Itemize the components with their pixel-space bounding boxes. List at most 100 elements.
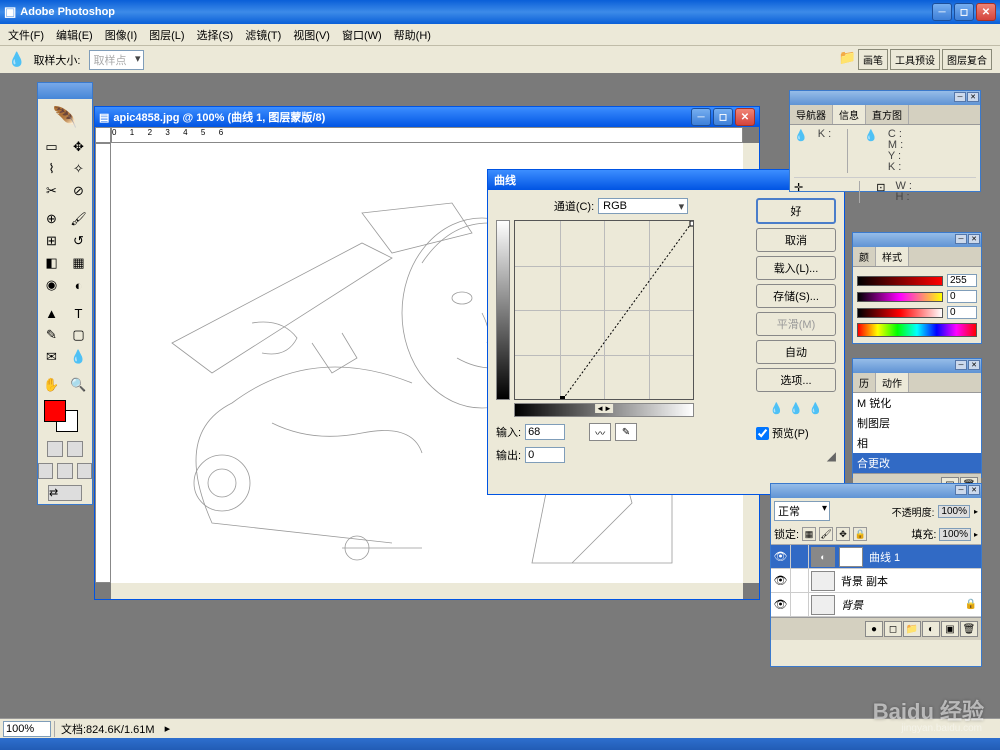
b-value[interactable]: 0 [947,306,977,319]
menu-filter[interactable]: 滤镜(T) [239,25,287,45]
foreground-color-swatch[interactable] [44,400,66,422]
tab-color[interactable]: 颜 [853,247,876,266]
layer-thumb[interactable] [811,571,835,591]
mask-thumb-icon[interactable] [839,547,863,567]
maximize-button[interactable]: ◻ [954,3,974,21]
sample-size-dropdown[interactable]: 取样点 [89,50,144,70]
jump-to-icon[interactable]: ⇄ [48,485,82,501]
gradient-tool-icon[interactable]: ▦ [65,252,92,274]
layer-item-bg[interactable]: 👁 背景 🔒 [771,593,981,617]
visibility-icon[interactable]: 👁 [771,569,791,592]
opacity-value[interactable]: 100% [938,505,970,518]
path-select-tool-icon[interactable]: ▲ [38,302,65,324]
palette-tool-presets[interactable]: 工具预设 [890,49,940,70]
wand-tool-icon[interactable]: ✧ [65,158,92,180]
layer-set-icon[interactable]: 📁 [903,621,921,637]
color-panel-titlebar[interactable]: ─✕ [853,233,981,247]
document-titlebar[interactable]: ▤ apic4858.jpg @ 100% (曲线 1, 图层蒙版/8) ─ ◻… [95,107,759,127]
eraser-tool-icon[interactable]: ◧ [38,252,65,274]
move-tool-icon[interactable]: ✥ [65,136,92,158]
lock-position-icon[interactable]: ✥ [836,527,850,541]
type-tool-icon[interactable]: T [65,302,92,324]
palette-layer-comps[interactable]: 图层复合 [942,49,992,70]
delete-layer-icon[interactable]: 🗑 [960,621,978,637]
fill-value[interactable]: 100% [939,528,971,541]
screen-mode-3-icon[interactable] [77,463,92,479]
notes-tool-icon[interactable]: ✉ [38,346,65,368]
doc-minimize-button[interactable]: ─ [691,108,711,126]
g-value[interactable]: 0 [947,290,977,303]
eyedropper-icon[interactable]: 💧 [8,51,25,68]
r-value[interactable]: 255 [947,274,977,287]
preview-checkbox[interactable]: 预览(P) [756,425,836,441]
gradient-horizontal[interactable] [514,403,694,417]
status-menu-icon[interactable]: ▸ [165,722,171,735]
history-item[interactable]: 相 [853,433,981,453]
preview-check-input[interactable] [756,427,769,440]
b-slider[interactable] [857,308,943,318]
tab-info[interactable]: 信息 [833,105,866,124]
pencil-mode-icon[interactable]: ✎ [615,423,637,441]
screen-mode-1-icon[interactable] [38,463,53,479]
menu-file[interactable]: 文件(F) [2,25,50,45]
output-field[interactable] [525,447,565,463]
hand-tool-icon[interactable]: ✋ [38,374,65,396]
g-slider[interactable] [857,292,943,302]
save-button[interactable]: 存储(S)... [756,284,836,308]
zoom-tool-icon[interactable]: 🔍 [65,374,92,396]
scrollbar-horizontal[interactable] [111,583,743,599]
history-panel-titlebar[interactable]: ─✕ [853,359,981,373]
lock-transparency-icon[interactable]: ▦ [802,527,816,541]
menu-help[interactable]: 帮助(H) [388,25,437,45]
minimize-button[interactable]: ─ [932,3,952,21]
black-eyedropper-icon[interactable]: 💧 [769,402,783,415]
tab-navigator[interactable]: 导航器 [790,105,833,124]
white-eyedropper-icon[interactable]: 💧 [809,402,823,415]
menu-view[interactable]: 视图(V) [287,25,336,45]
ruler-vertical[interactable] [95,143,111,583]
close-button[interactable]: ✕ [976,3,996,21]
brush-tool-icon[interactable]: 🖌 [65,208,92,230]
dodge-tool-icon[interactable]: ◐ [65,274,92,296]
visibility-icon[interactable]: 👁 [771,545,791,568]
cancel-button[interactable]: 取消 [756,228,836,252]
shape-tool-icon[interactable]: ▢ [65,324,92,346]
history-brush-tool-icon[interactable]: ↺ [65,230,92,252]
palette-brushes[interactable]: 画笔 [858,49,888,70]
tab-styles[interactable]: 样式 [876,247,909,266]
r-slider[interactable] [857,276,943,286]
tab-histogram[interactable]: 直方图 [866,105,909,124]
menu-window[interactable]: 窗口(W) [336,25,388,45]
screen-mode-2-icon[interactable] [57,463,72,479]
menu-layer[interactable]: 图层(L) [143,25,190,45]
tab-history[interactable]: 历 [853,373,876,392]
menu-image[interactable]: 图像(I) [99,25,143,45]
doc-maximize-button[interactable]: ◻ [713,108,733,126]
input-field[interactable] [525,424,565,440]
new-layer-icon[interactable]: ▣ [941,621,959,637]
quickmask-mode-icon[interactable] [67,441,83,457]
adjustment-layer-icon[interactable]: ◐ [922,621,940,637]
layer-thumb[interactable] [811,595,835,615]
curve-mode-icon[interactable]: 〰 [589,423,611,441]
ruler-horizontal[interactable]: 0 1 2 3 4 5 6 [111,127,743,143]
layer-item-bgcopy[interactable]: 👁 背景 副本 [771,569,981,593]
layer-style-icon[interactable]: ● [865,621,883,637]
crop-tool-icon[interactable]: ✂ [38,180,65,202]
gray-eyedropper-icon[interactable]: 💧 [789,402,803,415]
load-button[interactable]: 载入(L)... [756,256,836,280]
layer-item-curves[interactable]: 👁 ◐ 曲线 1 [771,545,981,569]
history-item[interactable]: 合更改 [853,453,981,473]
panel-close-icon[interactable]: ✕ [967,92,979,102]
stamp-tool-icon[interactable]: ⊞ [38,230,65,252]
spectrum-bar[interactable] [857,323,977,337]
layers-panel-titlebar[interactable]: ─✕ [771,484,981,498]
menu-select[interactable]: 选择(S) [191,25,240,45]
tab-actions[interactable]: 动作 [876,373,909,392]
lock-pixels-icon[interactable]: 🖌 [819,527,833,541]
healing-tool-icon[interactable]: ⊕ [38,208,65,230]
options-button[interactable]: 选项... [756,368,836,392]
layer-mask-icon[interactable]: ◻ [884,621,902,637]
menu-edit[interactable]: 编辑(E) [50,25,99,45]
eyedropper-tool-icon[interactable]: 💧 [65,346,92,368]
